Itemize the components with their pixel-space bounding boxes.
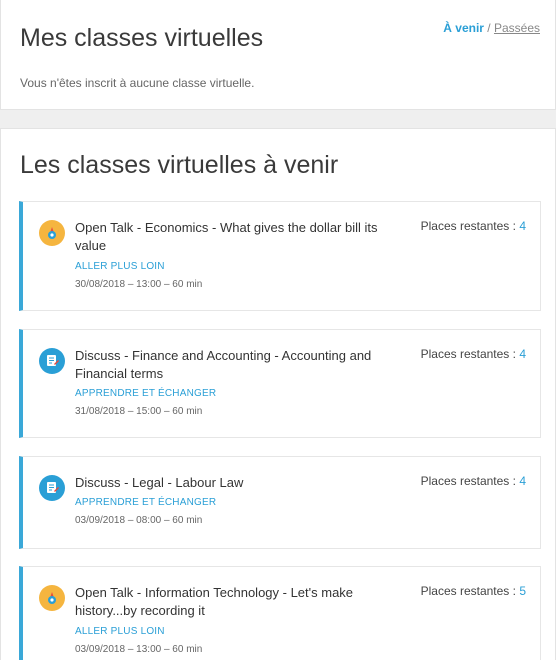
class-date: 31/08/2018 – 15:00 – 60 min (75, 406, 203, 417)
empty-message: Vous n'êtes inscrit à aucune classe virt… (20, 76, 255, 90)
places-count: 4 (519, 474, 526, 488)
places-remaining: Places restantes : 4 (421, 347, 526, 361)
discuss-icon (39, 475, 65, 501)
upcoming-classes-title: Les classes virtuelles à venir (20, 151, 339, 179)
places-label: Places restantes : (420, 584, 520, 598)
class-card[interactable]: Open Talk - Information Technology - Let… (19, 566, 541, 660)
date-filter: À venir / Passées (443, 21, 540, 35)
open-talk-icon (39, 220, 65, 246)
class-title[interactable]: Discuss - Legal - Labour Law (75, 474, 385, 492)
class-date: 30/08/2018 – 13:00 – 60 min (75, 279, 203, 290)
class-card[interactable]: Discuss - Legal - Labour Law APPRENDRE E… (19, 456, 541, 549)
class-card[interactable]: Discuss - Finance and Accounting - Accou… (19, 329, 541, 438)
places-count: 4 (519, 219, 526, 233)
places-count: 5 (519, 584, 526, 598)
class-category: ALLER PLUS LOIN (75, 626, 165, 637)
my-classes-title: Mes classes virtuelles (20, 24, 264, 52)
class-card[interactable]: Open Talk - Economics - What gives the d… (19, 201, 541, 311)
places-label: Places restantes : (420, 219, 520, 233)
my-classes-panel: Mes classes virtuelles À venir / Passées… (0, 0, 556, 110)
places-remaining: Places restantes : 5 (421, 584, 526, 598)
class-date: 03/09/2018 – 13:00 – 60 min (75, 644, 203, 655)
upcoming-classes-panel: Les classes virtuelles à venir Open Talk… (0, 128, 556, 660)
class-category: APPRENDRE ET ÉCHANGER (75, 388, 217, 399)
places-label: Places restantes : (420, 347, 520, 361)
places-remaining: Places restantes : 4 (421, 219, 526, 233)
class-title[interactable]: Open Talk - Information Technology - Let… (75, 584, 385, 620)
places-remaining: Places restantes : 4 (421, 474, 526, 488)
class-title[interactable]: Discuss - Finance and Accounting - Accou… (75, 347, 385, 383)
filter-separator: / (483, 21, 494, 35)
filter-past-link[interactable]: Passées (494, 21, 540, 35)
places-count: 4 (519, 347, 526, 361)
class-category: APPRENDRE ET ÉCHANGER (75, 497, 217, 508)
filter-upcoming-link[interactable]: À venir (443, 21, 484, 35)
class-title[interactable]: Open Talk - Economics - What gives the d… (75, 219, 385, 255)
class-date: 03/09/2018 – 08:00 – 60 min (75, 515, 203, 526)
open-talk-icon (39, 585, 65, 611)
places-label: Places restantes : (420, 474, 520, 488)
class-category: ALLER PLUS LOIN (75, 261, 165, 272)
discuss-icon (39, 348, 65, 374)
